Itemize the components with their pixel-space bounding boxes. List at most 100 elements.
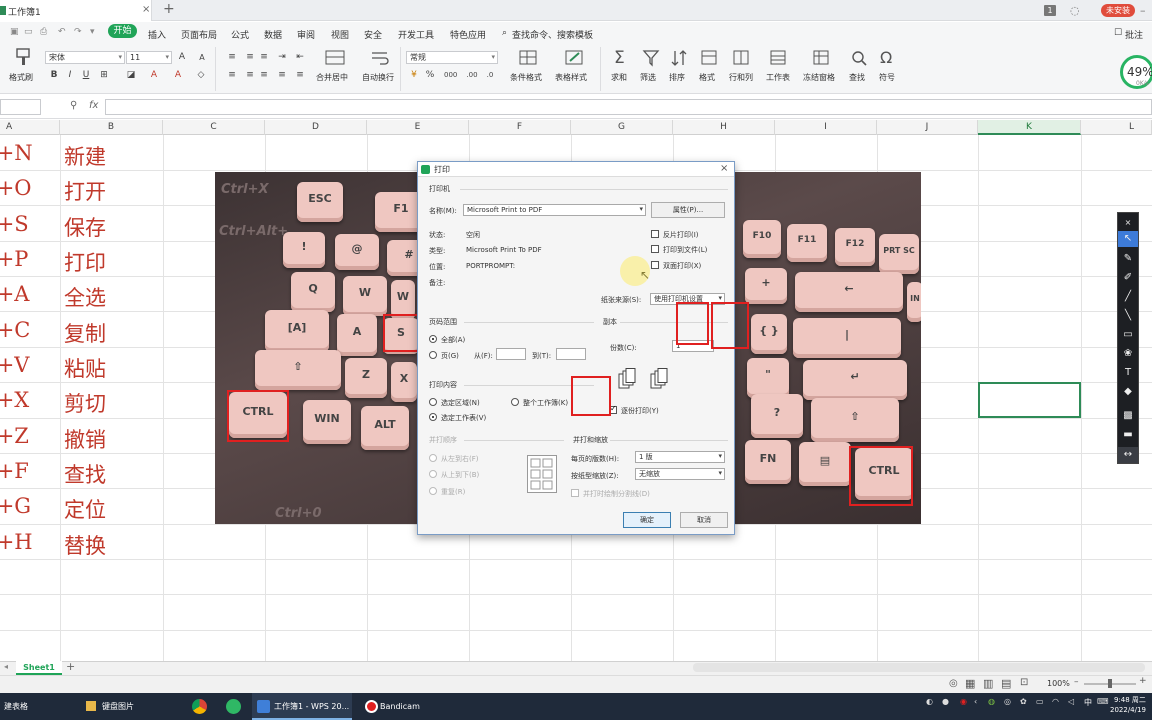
row-col-icon[interactable] [732, 49, 750, 67]
cell-shortcut-key[interactable]: l+O [0, 176, 60, 200]
app-icon[interactable] [226, 699, 241, 714]
fx-label[interactable]: fx [89, 100, 98, 111]
line-icon[interactable]: ╱ [1118, 289, 1138, 305]
eraser-icon[interactable]: ◆ [1118, 384, 1138, 400]
close-tab-icon[interactable]: × [142, 4, 150, 15]
rectangle-icon[interactable]: ▭ [1118, 327, 1138, 343]
tray-icon-4[interactable]: ◎ [1004, 697, 1011, 706]
reverse-print-label[interactable]: 反片打印(I) [663, 230, 699, 240]
filter-icon[interactable] [642, 49, 660, 67]
indent-icon[interactable]: ⇥ [276, 51, 288, 63]
selected-cell[interactable] [978, 382, 1081, 418]
network-icon[interactable]: ▭ [1036, 697, 1044, 706]
comment-label[interactable]: 批注 [1125, 28, 1143, 41]
clear-format-icon[interactable]: ◇ [195, 69, 207, 81]
properties-button[interactable]: 属性(P)... [651, 202, 725, 218]
increase-font-icon[interactable]: A [176, 51, 188, 63]
table-style-label[interactable]: 表格样式 [555, 72, 587, 83]
outdent-icon[interactable]: ⇤ [294, 51, 306, 63]
top-bottom-radio[interactable] [429, 470, 437, 478]
sum-label[interactable]: 求和 [611, 72, 627, 83]
formula-input[interactable] [105, 99, 1152, 115]
format-icon[interactable] [700, 49, 718, 67]
border-icon[interactable]: ⊞ [98, 69, 110, 81]
print-icon[interactable]: ⎙ [40, 27, 47, 37]
col-header-b[interactable]: B [60, 120, 163, 135]
reading-view-icon[interactable]: ⊡ [1020, 677, 1028, 688]
freeze-label[interactable]: 冻结窗格 [803, 72, 835, 83]
print-to-file-label[interactable]: 打印到文件(L) [663, 245, 707, 255]
keyboard-icon[interactable]: ⌨ [1097, 697, 1109, 706]
cell-shortcut-key[interactable]: l+V [0, 353, 60, 377]
col-header-k[interactable]: K [978, 120, 1081, 135]
duplex-checkbox[interactable] [651, 261, 659, 269]
cell-shortcut-label[interactable]: 新建 [64, 141, 106, 171]
page-layout-view-icon[interactable]: ▥ [983, 677, 993, 690]
active-sheet-label[interactable]: 选定工作表(V) [441, 413, 486, 423]
font-color-icon[interactable]: A [148, 69, 160, 81]
normal-view-icon[interactable]: ▦ [965, 677, 975, 690]
zoom-slider-thumb[interactable] [1108, 679, 1112, 688]
row-col-label[interactable]: 行和列 [729, 72, 753, 83]
zoom-out-icon[interactable]: – [1074, 677, 1079, 687]
font-size-select[interactable]: 11 [126, 51, 172, 64]
taskbar-item-folder[interactable]: 键盘图片 [82, 693, 178, 720]
duplex-label[interactable]: 双面打印(X) [663, 261, 701, 271]
menu-view[interactable]: 视图 [331, 28, 349, 41]
undo-icon[interactable]: ↶ [58, 27, 66, 37]
menu-review[interactable]: 审阅 [297, 28, 315, 41]
pages-per-sheet-select[interactable]: 1 版 [635, 451, 725, 463]
draw-border-label[interactable]: 并打时绘制分割线(D) [583, 489, 650, 499]
freeze-icon[interactable] [812, 49, 830, 67]
col-header-d[interactable]: D [265, 120, 367, 135]
scale-select[interactable]: 无缩放 [635, 468, 725, 480]
cell-shortcut-key[interactable]: l+G [0, 494, 60, 518]
col-header-l[interactable]: L [1081, 120, 1152, 135]
menu-formulas[interactable]: 公式 [231, 28, 249, 41]
selection-radio[interactable] [429, 398, 437, 406]
expand-icon[interactable]: ↔ [1118, 447, 1138, 463]
more-icon[interactable]: ▾ [90, 27, 95, 37]
print-to-file-checkbox[interactable] [651, 245, 659, 253]
format-painter-label[interactable]: 格式刷 [9, 72, 33, 83]
sheet-nav-icon[interactable]: ◂ [4, 662, 8, 671]
zoom-level[interactable]: 100% [1047, 679, 1070, 688]
format-painter-icon[interactable] [14, 48, 32, 66]
ime-icon[interactable]: 中 [1084, 697, 1092, 708]
tray-icon-2[interactable]: ● [942, 697, 949, 706]
merge-center-label[interactable]: 合并居中 [316, 72, 348, 83]
active-sheet-radio[interactable] [429, 413, 437, 421]
range-from-input[interactable] [496, 348, 526, 360]
menu-start[interactable]: 开始 [108, 24, 137, 38]
italic-icon[interactable]: I [64, 69, 76, 81]
decrease-font-icon[interactable]: A [196, 52, 208, 64]
align-middle-icon[interactable]: ≡ [244, 51, 256, 63]
printer-name-select[interactable]: Microsoft Print to PDF [463, 204, 646, 216]
table-style-icon[interactable] [564, 49, 584, 67]
unsafe-button[interactable]: 未安装 [1101, 4, 1135, 17]
cell-shortcut-label[interactable]: 全选 [64, 282, 106, 312]
left-right-radio[interactable] [429, 454, 437, 462]
tray-icon-record[interactable]: ◉ [960, 697, 967, 706]
whole-book-label[interactable]: 整个工作簿(K) [523, 398, 568, 408]
cell-shortcut-key[interactable]: l+S [0, 212, 60, 236]
volume-icon[interactable]: ◁ [1068, 697, 1074, 706]
tray-expand-icon[interactable]: ‹ [974, 697, 977, 706]
shapes-icon[interactable]: ❀ [1118, 346, 1138, 362]
document-tab[interactable]: 工作簿1 × [0, 0, 152, 21]
top-bottom-label[interactable]: 从上到下(B) [441, 470, 479, 480]
zoom-in-icon[interactable]: + [1139, 676, 1147, 686]
sheet-tab[interactable]: Sheet1 [16, 661, 62, 675]
cell-shortcut-key[interactable]: l+C [0, 318, 60, 342]
font-color-alt-icon[interactable]: A [172, 69, 184, 81]
selection-label[interactable]: 选定区域(N) [441, 398, 480, 408]
wrap-text-label[interactable]: 自动换行 [362, 72, 394, 83]
cell-shortcut-label[interactable]: 打开 [64, 176, 106, 206]
new-tab-icon[interactable]: + [163, 1, 175, 17]
align-center-icon[interactable]: ≡ [244, 69, 256, 81]
find-label[interactable]: 查找 [849, 72, 865, 83]
conditional-format-icon[interactable] [518, 49, 538, 67]
range-pages-radio[interactable] [429, 351, 437, 359]
symbol-icon[interactable]: Ω [880, 48, 892, 67]
cell-shortcut-label[interactable]: 查找 [64, 459, 106, 489]
